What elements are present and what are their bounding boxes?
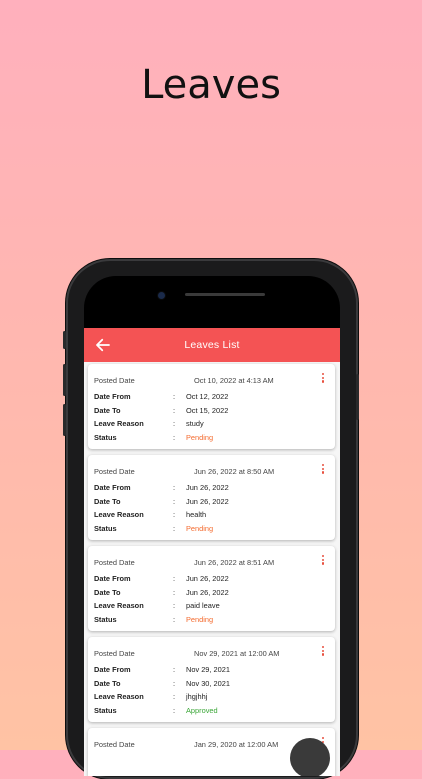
front-camera <box>158 292 165 299</box>
separator: : <box>173 665 176 674</box>
status-label: Status <box>94 705 117 715</box>
phone-screen: Leaves List Posted Date Oct 10, 2022 at … <box>84 276 340 776</box>
date-from-value: Oct 12, 2022 <box>186 392 229 401</box>
more-vertical-icon[interactable] <box>319 555 327 567</box>
leave-reason-label: Leave Reason <box>94 692 144 701</box>
date-from-row: Date From : Jun 26, 2022 <box>94 574 329 584</box>
separator: : <box>173 587 176 597</box>
date-to-value: Jun 26, 2022 <box>186 496 229 506</box>
posted-date-label: Posted Date <box>94 376 135 385</box>
date-to-row: Date To : Oct 15, 2022 <box>94 406 329 416</box>
leave-card[interactable]: Posted Date Oct 10, 2022 at 4:13 AM Date… <box>88 364 335 449</box>
phone-volume-down <box>63 404 66 436</box>
posted-date-label: Posted Date <box>94 740 135 749</box>
posted-date-label: Posted Date <box>94 649 135 658</box>
leave-card[interactable]: Posted Date Jun 26, 2022 at 8:51 AM Date… <box>88 546 335 631</box>
date-to-label: Date To <box>94 678 121 688</box>
status-label: Status <box>94 432 117 442</box>
status-label: Status <box>94 614 117 624</box>
separator: : <box>173 678 176 688</box>
separator: : <box>173 483 176 492</box>
separator: : <box>173 432 176 442</box>
date-to-value: Oct 15, 2022 <box>186 405 229 415</box>
posted-date-value: Jun 26, 2022 at 8:50 AM <box>194 467 275 476</box>
date-to-label: Date To <box>94 496 121 506</box>
status-label: Status <box>94 523 117 533</box>
date-to-value: Jun 26, 2022 <box>186 587 229 597</box>
leave-reason-label: Leave Reason <box>94 419 144 428</box>
date-from-value: Nov 29, 2021 <box>186 665 230 674</box>
separator: : <box>173 705 176 715</box>
more-vertical-icon[interactable] <box>319 464 327 476</box>
date-from-row: Date From : Oct 12, 2022 <box>94 392 329 402</box>
date-to-label: Date To <box>94 405 121 415</box>
separator: : <box>173 614 176 624</box>
leave-reason-label: Leave Reason <box>94 601 144 610</box>
leave-reason-value: health <box>186 510 207 519</box>
date-from-value: Jun 26, 2022 <box>186 574 229 583</box>
posted-date-value: Jan 29, 2020 at 12:00 AM <box>194 740 279 749</box>
separator: : <box>173 692 176 701</box>
app-bar: Leaves List <box>84 328 340 362</box>
more-vertical-icon[interactable] <box>319 646 327 658</box>
date-from-row: Date From : Jun 26, 2022 <box>94 483 329 493</box>
separator: : <box>173 405 176 415</box>
separator: : <box>173 574 176 583</box>
date-from-label: Date From <box>94 574 131 583</box>
leave-reason-row: Leave Reason : study <box>94 419 329 429</box>
date-to-value: Nov 30, 2021 <box>186 678 230 688</box>
posted-date-label: Posted Date <box>94 467 135 476</box>
date-to-row: Date To : Jun 26, 2022 <box>94 497 329 507</box>
leaves-list: Posted Date Oct 10, 2022 at 4:13 AM Date… <box>84 362 340 776</box>
leave-card[interactable]: Posted Date Nov 29, 2021 at 12:00 AM Dat… <box>88 637 335 722</box>
posted-date-row: Posted Date Jun 26, 2022 at 8:50 AM <box>94 467 329 477</box>
floating-action-button[interactable] <box>290 738 330 776</box>
promo-title: Leaves <box>141 62 281 108</box>
leave-reason-row: Leave Reason : jhgjhhj <box>94 692 329 702</box>
status-badge: Pending <box>186 614 214 624</box>
date-from-label: Date From <box>94 665 131 674</box>
phone-power-button <box>356 374 359 420</box>
date-to-row: Date To : Jun 26, 2022 <box>94 588 329 598</box>
leave-reason-row: Leave Reason : health <box>94 510 329 520</box>
phone-volume-up <box>63 364 66 396</box>
status-row: Status : Pending <box>94 524 329 534</box>
date-from-value: Jun 26, 2022 <box>186 483 229 492</box>
status-badge: Pending <box>186 432 214 442</box>
status-badge: Approved <box>186 705 218 715</box>
leave-card[interactable]: Posted Date Jun 26, 2022 at 8:50 AM Date… <box>88 455 335 540</box>
date-to-label: Date To <box>94 587 121 597</box>
status-row: Status : Pending <box>94 615 329 625</box>
more-vertical-icon[interactable] <box>319 373 327 385</box>
status-row: Status : Approved <box>94 706 329 716</box>
separator: : <box>173 523 176 533</box>
posted-date-value: Jun 26, 2022 at 8:51 AM <box>194 558 275 567</box>
separator: : <box>173 510 176 519</box>
posted-date-value: Oct 10, 2022 at 4:13 AM <box>194 376 274 385</box>
leave-reason-label: Leave Reason <box>94 510 144 519</box>
date-from-row: Date From : Nov 29, 2021 <box>94 665 329 675</box>
leave-reason-value: jhgjhhj <box>186 692 208 701</box>
status-row: Status : Pending <box>94 433 329 443</box>
posted-date-label: Posted Date <box>94 558 135 567</box>
separator: : <box>173 419 176 428</box>
earpiece-speaker <box>185 293 265 296</box>
separator: : <box>173 496 176 506</box>
page-title: Leaves List <box>184 339 240 351</box>
leave-reason-value: paid leave <box>186 601 220 610</box>
leave-reason-value: study <box>186 419 204 428</box>
date-to-row: Date To : Nov 30, 2021 <box>94 679 329 689</box>
date-from-label: Date From <box>94 483 131 492</box>
posted-date-row: Posted Date Nov 29, 2021 at 12:00 AM <box>94 649 329 659</box>
posted-date-row: Posted Date Jun 26, 2022 at 8:51 AM <box>94 558 329 568</box>
arrow-left-icon[interactable] <box>94 336 112 354</box>
status-badge: Pending <box>186 523 214 533</box>
leave-reason-row: Leave Reason : paid leave <box>94 601 329 611</box>
date-from-label: Date From <box>94 392 131 401</box>
separator: : <box>173 601 176 610</box>
phone-side-button <box>63 331 66 349</box>
posted-date-row: Posted Date Oct 10, 2022 at 4:13 AM <box>94 376 329 386</box>
posted-date-value: Nov 29, 2021 at 12:00 AM <box>194 649 280 658</box>
separator: : <box>173 392 176 401</box>
